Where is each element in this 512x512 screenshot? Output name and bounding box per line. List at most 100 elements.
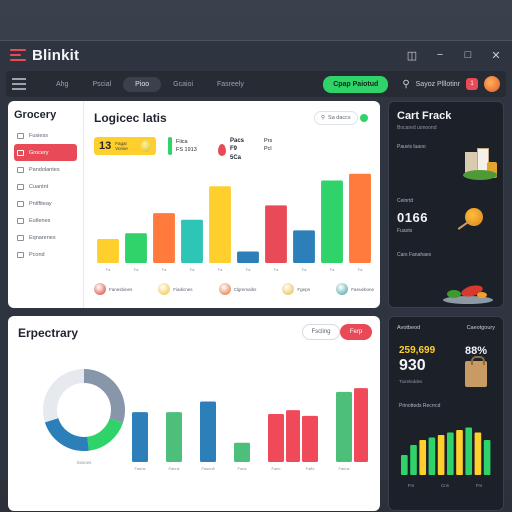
stats-panel: Avotbeod Caeotgoury 259,699 930 Tioreled… [388, 316, 504, 511]
bar[interactable] [321, 180, 343, 263]
bar[interactable] [354, 388, 368, 462]
bar[interactable] [410, 445, 417, 475]
cart-panel: Cart Frack Bocared uonoond Pauvis luaoo … [388, 101, 504, 308]
stat-drop-line2: F9 [230, 146, 238, 153]
sidebar-item-icon [17, 234, 24, 241]
expectary-title: Erpectrary [18, 326, 79, 340]
x-tick-label: Fa [358, 267, 363, 272]
sidebar-item[interactable]: Cuantnt [14, 178, 77, 195]
bar[interactable] [237, 251, 259, 263]
bar[interactable] [293, 230, 315, 263]
filter-button[interactable]: Fscling [302, 324, 340, 340]
sidebar-item-label: Cuantnt [29, 183, 49, 190]
bar[interactable] [437, 435, 445, 475]
grocery-sidebar: Grocery Fusiess Grocery Pandolantes Cuantnt… [8, 101, 84, 308]
bar[interactable] [447, 432, 454, 476]
bar[interactable] [97, 239, 119, 263]
nav-search-label[interactable]: Sayoz Plllotinr [416, 81, 460, 88]
sidebar-item[interactable]: Fusiess [14, 127, 77, 144]
bar[interactable] [401, 455, 408, 475]
primary-button[interactable]: Ferp [340, 324, 372, 340]
stat-drop-line1: Pacs [230, 138, 245, 144]
stat-card-yellow[interactable]: 13 Fagar Vomie [94, 137, 156, 155]
sidebar-item-label: Grocery [29, 149, 49, 156]
bar[interactable] [268, 414, 284, 462]
sidebar-title: Grocery [14, 109, 57, 121]
bar[interactable] [465, 427, 473, 476]
x-tick-label: Fanns [134, 466, 145, 471]
sidebar-item-icon [17, 183, 24, 190]
cart-row-3: Fuaots [397, 228, 413, 234]
status-dot [360, 114, 368, 122]
bar[interactable] [125, 233, 147, 263]
legend-label: Fiadicnes [173, 286, 193, 292]
sidebar-item-icon [17, 200, 24, 207]
stat-yellow-label: Fagar Vomie [115, 141, 128, 151]
x-tick-label: Frs [476, 483, 483, 488]
tab-4[interactable]: Gcaioi [161, 77, 205, 92]
bar[interactable] [428, 437, 436, 476]
bar[interactable] [132, 412, 148, 462]
cta-button[interactable]: Cpap Paiotud [323, 75, 389, 93]
sidebar-item[interactable]: Eqnarenes [14, 229, 77, 246]
bar[interactable] [234, 442, 250, 462]
bar[interactable] [209, 186, 231, 263]
notification-badge[interactable]: 1 [466, 78, 478, 90]
stats-bar-chart: Frs Cns Frs [401, 427, 491, 488]
sidebar-item[interactable]: Pntlfiteay [14, 195, 77, 212]
maximize-icon[interactable]: □ [462, 49, 474, 61]
sidebar-item[interactable]: Eutlenes [14, 212, 77, 229]
tab-1[interactable]: Ahg [44, 77, 80, 92]
sidebar-item-label: Eqnarenes [29, 234, 56, 241]
tab-2[interactable]: Pscial [80, 77, 123, 92]
stats-sub: Tioreleddes [399, 379, 423, 384]
sidebar-item-label: Pandolantes [29, 166, 60, 173]
stats-head-right: Caeotgoury [466, 325, 495, 331]
bar[interactable] [483, 440, 491, 475]
bar[interactable] [265, 205, 287, 263]
bar[interactable] [181, 219, 203, 263]
bar[interactable] [336, 391, 352, 462]
legend-item: Fiadicnes [158, 283, 193, 295]
sidebar-item[interactable]: Grocery [14, 144, 77, 161]
bar[interactable] [302, 415, 318, 462]
search-icon: ⚲ [321, 115, 326, 121]
bar[interactable] [200, 401, 216, 462]
cart-row-1: Pauvis luaoo [397, 144, 426, 150]
bar[interactable] [419, 440, 427, 475]
search-icon[interactable]: ⚲ [402, 79, 409, 90]
minimize-icon[interactable]: − [434, 49, 446, 61]
stat-drop-line3: 5Ca [230, 154, 242, 161]
bar[interactable] [166, 412, 182, 462]
nav-right: ⚲ Sayoz Plllotinr 1 [402, 76, 500, 92]
share-icon[interactable]: ◫ [406, 49, 418, 62]
bar[interactable] [349, 173, 371, 263]
cart-subtitle: Bocared uonoond [397, 125, 437, 131]
x-tick-label: Fa [106, 267, 111, 272]
fruit-icon [218, 283, 231, 295]
sidebar-item[interactable]: Pcond [14, 246, 77, 263]
content-search-label: Sa daccs [328, 115, 351, 121]
tab-3[interactable]: Pioo [123, 76, 162, 92]
bar[interactable] [153, 213, 175, 263]
tab-5[interactable]: Fasreely [205, 77, 256, 92]
stats-number-2: 930 [399, 357, 426, 374]
x-tick-label: Fanns [168, 466, 179, 471]
sidebar-item-label: Pntlfiteay [29, 200, 52, 207]
stat-right-line2: Pcl [264, 146, 272, 153]
title-bar: Blinkit ◫ − □ ✕ [0, 41, 512, 69]
bar[interactable] [286, 410, 300, 462]
x-tick-label: Fa [274, 267, 279, 272]
bar[interactable] [474, 432, 482, 476]
menu-icon[interactable] [12, 77, 26, 91]
stat-yellow-value: 13 [99, 140, 112, 152]
bar[interactable] [456, 430, 463, 475]
legend-item: Fanesbines [94, 283, 132, 295]
drop-icon [218, 143, 226, 156]
avatar[interactable] [484, 76, 500, 92]
groceries-image [463, 148, 499, 188]
sidebar-item[interactable]: Pandolantes [14, 161, 77, 178]
close-icon[interactable]: ✕ [490, 49, 502, 62]
stat-mid-line2: FS 1913 [176, 147, 197, 153]
content-search[interactable]: ⚲ Sa daccs [314, 111, 358, 125]
